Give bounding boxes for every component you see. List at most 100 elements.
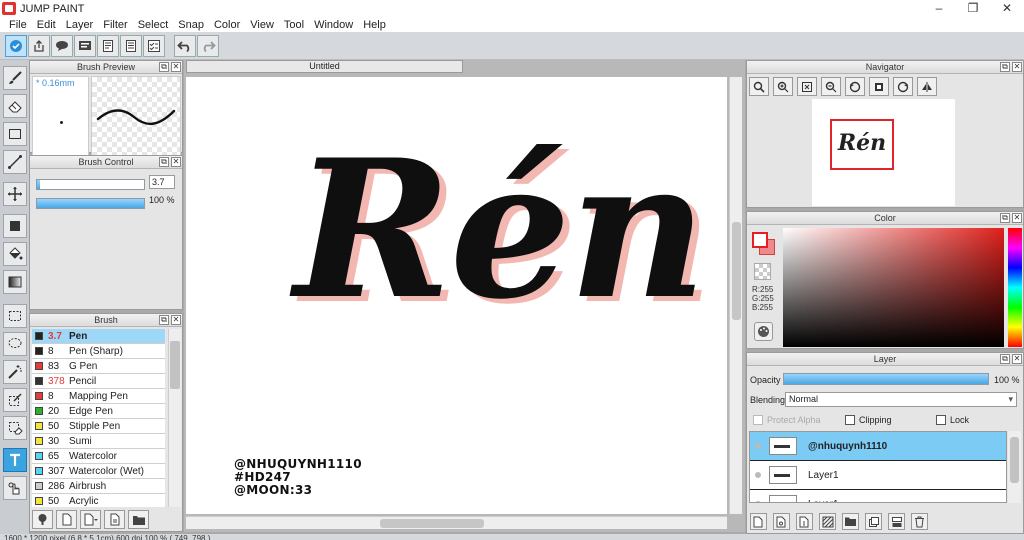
new-layer-1bit-button[interactable]	[796, 513, 813, 530]
menu-file[interactable]: File	[4, 19, 32, 31]
layer-row[interactable]: Layer1	[750, 490, 1006, 502]
brush-list-scrollbar[interactable]	[168, 329, 181, 507]
brush-size-value[interactable]: 3.7	[149, 175, 175, 189]
menu-edit[interactable]: Edit	[32, 19, 61, 31]
new-folder-button[interactable]	[842, 513, 859, 530]
close-button[interactable]: ✕	[990, 0, 1024, 17]
brush-scroll-thumb[interactable]	[170, 341, 180, 389]
menu-filter[interactable]: Filter	[98, 19, 132, 31]
brush-folder-button[interactable]	[128, 510, 149, 529]
menu-layer[interactable]: Layer	[61, 19, 99, 31]
rotate-left-button[interactable]	[845, 77, 865, 96]
menu-snap[interactable]: Snap	[173, 19, 209, 31]
tool-gradient[interactable]	[3, 270, 27, 294]
tool-select-rect[interactable]	[3, 304, 27, 328]
tool-move[interactable]	[3, 182, 27, 206]
brush-item[interactable]: 50 Stipple Pen	[32, 419, 165, 434]
tool-line[interactable]	[3, 150, 27, 174]
comment-button[interactable]	[51, 35, 73, 57]
layer-opacity-slider[interactable]	[783, 373, 989, 385]
zoom-fit-button[interactable]	[749, 77, 769, 96]
brush-item[interactable]: 50 Acrylic	[32, 494, 165, 507]
blending-select[interactable]: Normal	[785, 392, 1017, 407]
toggle-panels-button[interactable]	[5, 35, 27, 57]
layer-scroll-thumb[interactable]	[1010, 437, 1019, 483]
layer-visibility-icon[interactable]	[755, 443, 761, 449]
navigator-preview[interactable]: Rén	[812, 99, 955, 206]
copy-brush-button[interactable]	[104, 510, 125, 529]
protect-alpha-option[interactable]: Protect Alpha	[753, 415, 821, 425]
new-layer-button[interactable]	[750, 513, 767, 530]
panel-close-icon[interactable]: ✕	[171, 315, 181, 325]
tool-eraser[interactable]	[3, 94, 27, 118]
new-brush-button[interactable]	[56, 510, 77, 529]
layer-visibility-icon[interactable]	[755, 501, 761, 502]
notes-button[interactable]	[120, 35, 142, 57]
brush-item[interactable]: 65 Watercolor	[32, 449, 165, 464]
panel-close-icon[interactable]: ✕	[171, 157, 181, 167]
tool-brush[interactable]	[3, 66, 27, 90]
checklist-button[interactable]	[143, 35, 165, 57]
hue-slider[interactable]	[1008, 228, 1022, 347]
panel-float-icon[interactable]: ⧉	[159, 62, 169, 72]
clipping-checkbox[interactable]	[845, 415, 855, 425]
menu-tool[interactable]: Tool	[279, 19, 309, 31]
brush-item[interactable]: 378 Pencil	[32, 374, 165, 389]
drawing-canvas[interactable]: Rén @NHUQUYNH1110 #HD247 @MOON:33	[186, 77, 727, 514]
duplicate-layer-button[interactable]	[865, 513, 882, 530]
brush-item[interactable]: 30 Sumi	[32, 434, 165, 449]
menu-help[interactable]: Help	[358, 19, 391, 31]
delete-layer-button[interactable]	[911, 513, 928, 530]
brush-opacity-slider[interactable]	[36, 198, 145, 209]
tool-fill-rect[interactable]	[3, 214, 27, 238]
zoom-out-button[interactable]	[821, 77, 841, 96]
foreground-color-swatch[interactable]	[752, 232, 768, 248]
canvas-horizontal-scrollbar[interactable]	[186, 516, 727, 529]
document-button[interactable]	[97, 35, 119, 57]
panel-float-icon[interactable]: ⧉	[159, 315, 169, 325]
tool-lasso[interactable]	[3, 332, 27, 356]
protect-alpha-checkbox[interactable]	[753, 415, 763, 425]
navigator-viewport-frame[interactable]: Rén	[830, 119, 894, 170]
minimize-button[interactable]: –	[922, 0, 956, 17]
panel-close-icon[interactable]: ✕	[1012, 62, 1022, 72]
menu-window[interactable]: Window	[309, 19, 358, 31]
tool-bucket[interactable]	[3, 242, 27, 266]
tool-select-pen[interactable]	[3, 388, 27, 412]
clipping-option[interactable]: Clipping	[845, 415, 892, 425]
flip-button[interactable]	[917, 77, 937, 96]
brush-item[interactable]: 8 Mapping Pen	[32, 389, 165, 404]
reset-view-button[interactable]	[869, 77, 889, 96]
tool-magic-wand[interactable]	[3, 360, 27, 384]
layer-row[interactable]: @nhuquynh1110	[750, 432, 1006, 461]
brush-size-slider[interactable]	[36, 179, 145, 190]
layer-list-scrollbar[interactable]	[1008, 431, 1021, 503]
rotate-right-button[interactable]	[893, 77, 913, 96]
panel-float-icon[interactable]: ⧉	[1000, 354, 1010, 364]
brush-menu-button[interactable]	[80, 510, 101, 529]
tool-shape[interactable]	[3, 122, 27, 146]
new-layer-8bit-button[interactable]	[773, 513, 790, 530]
tool-text[interactable]	[3, 448, 27, 472]
layer-visibility-icon[interactable]	[755, 472, 761, 478]
brush-settings-button[interactable]	[32, 510, 53, 529]
menu-color[interactable]: Color	[209, 19, 245, 31]
undo-button[interactable]	[174, 35, 196, 57]
lock-option[interactable]: Lock	[936, 415, 969, 425]
zoom-in-button[interactable]	[773, 77, 793, 96]
panel-close-icon[interactable]: ✕	[1012, 213, 1022, 223]
panel-float-icon[interactable]: ⧉	[159, 157, 169, 167]
tool-hand[interactable]	[3, 476, 27, 500]
canvas-hscroll-thumb[interactable]	[380, 519, 484, 528]
brush-item[interactable]: 307 Watercolor (Wet)	[32, 464, 165, 479]
transparent-color-swatch[interactable]	[754, 263, 771, 280]
document-tab[interactable]: Untitled	[186, 60, 463, 73]
redo-button[interactable]	[197, 35, 219, 57]
brush-item[interactable]: 286 Airbrush	[32, 479, 165, 494]
maximize-button[interactable]: ❐	[956, 0, 990, 17]
menu-view[interactable]: View	[245, 19, 279, 31]
panel-float-icon[interactable]: ⧉	[1000, 213, 1010, 223]
new-halftone-layer-button[interactable]	[819, 513, 836, 530]
panel-close-icon[interactable]: ✕	[1012, 354, 1022, 364]
fit-screen-button[interactable]	[797, 77, 817, 96]
